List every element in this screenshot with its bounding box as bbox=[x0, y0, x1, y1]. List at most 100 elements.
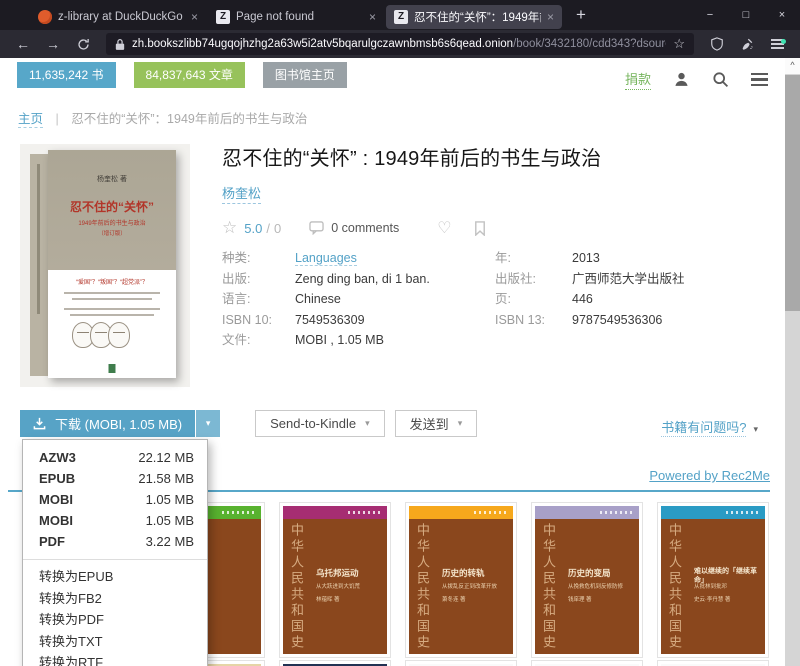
url-domain: zh.bookszlibb74ugqojhzhg2a63w5i2atv5bqar… bbox=[132, 38, 513, 50]
series-calligraphy: 中华人民共和国史 bbox=[665, 523, 684, 653]
browser-menu-icon[interactable] bbox=[764, 37, 790, 51]
detail-value: Languages bbox=[295, 248, 495, 269]
author-link[interactable]: 杨奎松 bbox=[222, 183, 261, 204]
cover-band bbox=[283, 506, 387, 519]
detail-label: 页: bbox=[495, 289, 572, 310]
download-format-dropdown-toggle[interactable]: ▾ bbox=[195, 410, 220, 437]
detail-label: ISBN 13: bbox=[495, 310, 572, 331]
detail-value: MOBI , 1.05 MB bbox=[295, 330, 495, 351]
comments-count[interactable]: 0 comments bbox=[331, 221, 399, 235]
format-option-mobi-2[interactable]: MOBI 1.05 MB bbox=[23, 510, 207, 531]
scrollbar-thumb[interactable] bbox=[785, 75, 800, 311]
minimize-button[interactable]: − bbox=[692, 9, 728, 21]
powered-by-link[interactable]: Powered by Rec2Me bbox=[649, 468, 770, 483]
detail-value: 2013 bbox=[572, 248, 782, 269]
rating-score: 5.0 bbox=[244, 221, 262, 236]
related-subtitle: 从挽救危机到反修防修 bbox=[568, 582, 639, 590]
library-home-badge[interactable]: 图书馆主页 bbox=[263, 62, 347, 88]
convert-to-txt[interactable]: 转换为TXT bbox=[23, 631, 207, 653]
rating-star-icon[interactable]: ☆ bbox=[222, 218, 237, 238]
related-author: 萧冬连 著 bbox=[442, 595, 466, 603]
related-book-card[interactable] bbox=[531, 660, 643, 666]
tab-close-icon[interactable]: × bbox=[369, 10, 376, 24]
related-author: 林蕴晖 著 bbox=[316, 595, 340, 603]
cover-portraits bbox=[72, 322, 126, 348]
padlock-icon bbox=[115, 38, 125, 51]
donate-link[interactable]: 捐款 bbox=[625, 69, 651, 90]
convert-to-pdf[interactable]: 转换为PDF bbox=[23, 609, 207, 631]
related-book-card[interactable]: 中华人民共和国史 历史的转轨 从拨乱反正到改革开放 萧冬连 著 bbox=[405, 502, 517, 658]
cover-edition: 〔增订版〕 bbox=[48, 229, 176, 237]
page-scrollbar[interactable]: ^ bbox=[785, 58, 800, 666]
breadcrumb-separator: | bbox=[56, 112, 59, 126]
report-book-link[interactable]: 书籍有问题吗?▾ bbox=[661, 417, 758, 436]
scroll-up-arrow[interactable]: ^ bbox=[785, 58, 800, 74]
detail-value: Zeng ding ban, di 1 ban. bbox=[295, 269, 495, 290]
favorite-heart-icon[interactable]: ♡ bbox=[437, 218, 451, 238]
book-info: 忍不住的“关怀” : 1949年前后的书生与政治 杨奎松 ☆ 5.0 / 0 0… bbox=[222, 142, 770, 238]
related-book-card[interactable] bbox=[279, 660, 391, 666]
new-tab-button[interactable]: + bbox=[576, 5, 586, 25]
header-actions: 捐款 bbox=[625, 69, 768, 90]
cover-subtitle: 1949年前后的书生与政治 bbox=[48, 218, 176, 227]
convert-to-epub[interactable]: 转换为EPUB bbox=[23, 566, 207, 588]
related-book-card[interactable]: 中华人民共和国史 乌托邦运动 从大跃进到大饥荒 林蕴晖 著 bbox=[279, 502, 391, 658]
url-bar[interactable]: zh.bookszlibb74ugqojhzhg2a63w5i2atv5bqar… bbox=[106, 33, 694, 55]
format-option-azw3[interactable]: AZW3 22.12 MB bbox=[23, 447, 207, 468]
reload-button[interactable] bbox=[70, 38, 96, 51]
detail-row: 语言: Chinese 页: 446 bbox=[222, 289, 782, 310]
update-dot bbox=[781, 39, 786, 44]
search-icon[interactable] bbox=[712, 71, 729, 88]
publisher-logo bbox=[109, 364, 116, 373]
new-identity-broom-icon[interactable] bbox=[734, 37, 760, 51]
rating-divider: / bbox=[266, 221, 270, 236]
convert-to-fb2[interactable]: 转换为FB2 bbox=[23, 588, 207, 610]
related-book-card[interactable] bbox=[405, 660, 517, 666]
profile-icon[interactable] bbox=[673, 71, 690, 88]
download-button[interactable]: 下载 (MOBI, 1.05 MB) bbox=[20, 410, 195, 437]
shield-icon[interactable] bbox=[704, 37, 730, 51]
bookmark-star-icon[interactable]: ☆ bbox=[673, 36, 685, 52]
related-author: 史云·李丹慧 著 bbox=[694, 595, 730, 603]
format-option-mobi[interactable]: MOBI 1.05 MB bbox=[23, 489, 207, 510]
zlibrary-page: 11,635,242 书 84,837,643 文章 图书馆主页 捐款 主页 |… bbox=[0, 58, 800, 666]
format-size: 3.22 MB bbox=[146, 531, 194, 552]
breadcrumb-home-link[interactable]: 主页 bbox=[18, 112, 43, 128]
forward-button[interactable]: → bbox=[40, 36, 66, 52]
related-author: 钱庠理 著 bbox=[568, 595, 592, 603]
tab-close-icon[interactable]: × bbox=[547, 10, 554, 24]
send-to-kindle-button[interactable]: Send-to-Kindle ▾ bbox=[255, 410, 385, 437]
categories-link[interactable]: Languages bbox=[295, 251, 357, 266]
convert-to-rtf[interactable]: 转换为RTF bbox=[23, 652, 207, 666]
maximize-button[interactable]: □ bbox=[728, 9, 764, 21]
related-subtitle: 从大跃进到大饥荒 bbox=[316, 582, 387, 590]
kindle-label: Send-to-Kindle bbox=[270, 416, 356, 431]
rating-count: 0 bbox=[274, 221, 281, 236]
format-option-epub[interactable]: EPUB 21.58 MB bbox=[23, 468, 207, 489]
related-subtitle: 从批林到批邓 bbox=[694, 582, 765, 590]
related-book-card[interactable] bbox=[657, 660, 769, 666]
format-option-pdf[interactable]: PDF 3.22 MB bbox=[23, 531, 207, 552]
articles-count-badge[interactable]: 84,837,643 文章 bbox=[134, 62, 245, 88]
book-front-cover: 杨奎松 著 忍不住的“关怀” 1949年前后的书生与政治 〔增订版〕 “爱国”？… bbox=[48, 150, 176, 378]
send-to-button[interactable]: 发送到 ▾ bbox=[395, 410, 478, 437]
send-label: 发送到 bbox=[410, 414, 449, 433]
site-menu-icon[interactable] bbox=[751, 70, 768, 89]
tab-book-page-active[interactable]: Z 忍不住的“关怀”：1949年前后的 × bbox=[386, 5, 562, 29]
related-book-card[interactable]: 中华人民共和国史 难以继续的「继续革命」 从批林到批邓 史云·李丹慧 著 bbox=[657, 502, 769, 658]
books-count-badge[interactable]: 11,635,242 书 bbox=[17, 62, 116, 88]
tab-close-icon[interactable]: × bbox=[191, 10, 198, 24]
detail-value: 9787549536306 bbox=[572, 310, 782, 331]
book-cover-image[interactable]: 杨奎松 著 忍不住的“关怀” 1949年前后的书生与政治 〔增订版〕 “爱国”？… bbox=[20, 144, 190, 387]
detail-label: 文件: bbox=[222, 330, 295, 351]
related-book-card[interactable]: 中华人民共和国史 历史的变局 从挽救危机到反修防修 钱庠理 著 bbox=[531, 502, 643, 658]
chevron-down-icon: ▾ bbox=[458, 418, 463, 429]
cover-author-line: 杨奎松 著 bbox=[48, 174, 176, 184]
close-button[interactable]: × bbox=[764, 9, 800, 21]
save-bookmark-icon[interactable] bbox=[474, 221, 486, 236]
tab-page-not-found[interactable]: Z Page not found × bbox=[208, 5, 384, 29]
tab-title: 忍不住的“关怀”：1949年前后的 bbox=[414, 9, 541, 25]
back-button[interactable]: ← bbox=[10, 36, 36, 52]
tab-duckduckgo[interactable]: z-library at DuckDuckGo × bbox=[30, 5, 206, 29]
cover-text-line bbox=[64, 292, 160, 294]
